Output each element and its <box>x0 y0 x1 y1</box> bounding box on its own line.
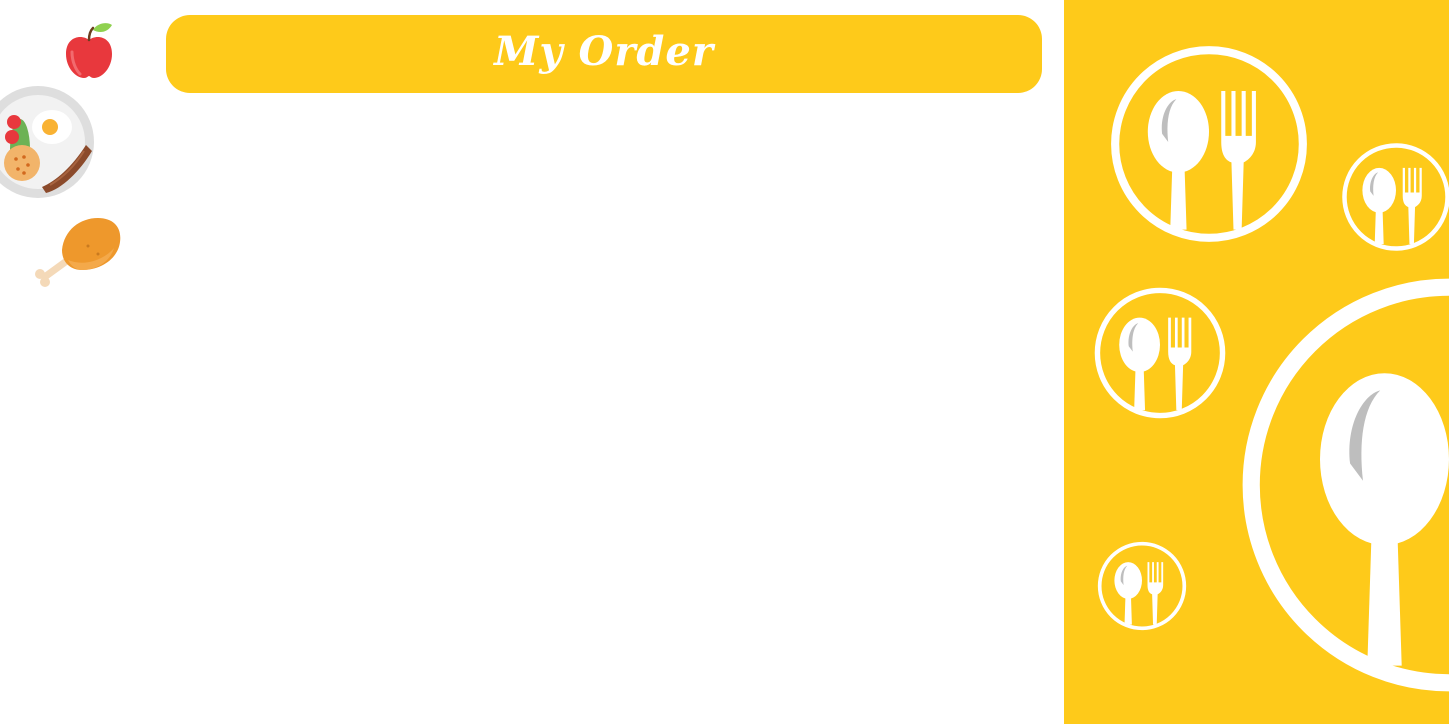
breakfast-plate-icon[interactable] <box>0 85 96 201</box>
my-order-page: My Order <box>0 0 1449 724</box>
spoon-fork-icon <box>1097 541 1187 631</box>
spoon-fork-icon <box>1344 145 1447 248</box>
chicken-leg-icon[interactable] <box>32 216 124 290</box>
page-title: My Order <box>494 28 714 75</box>
apple-icon[interactable] <box>62 22 116 80</box>
header-bar: My Order <box>166 15 1042 93</box>
decorative-panel <box>1064 0 1449 724</box>
spoon-fork-icon <box>1115 50 1303 238</box>
spoon-fork-icon <box>1251 287 1449 683</box>
spoon-fork-icon <box>1097 290 1222 415</box>
